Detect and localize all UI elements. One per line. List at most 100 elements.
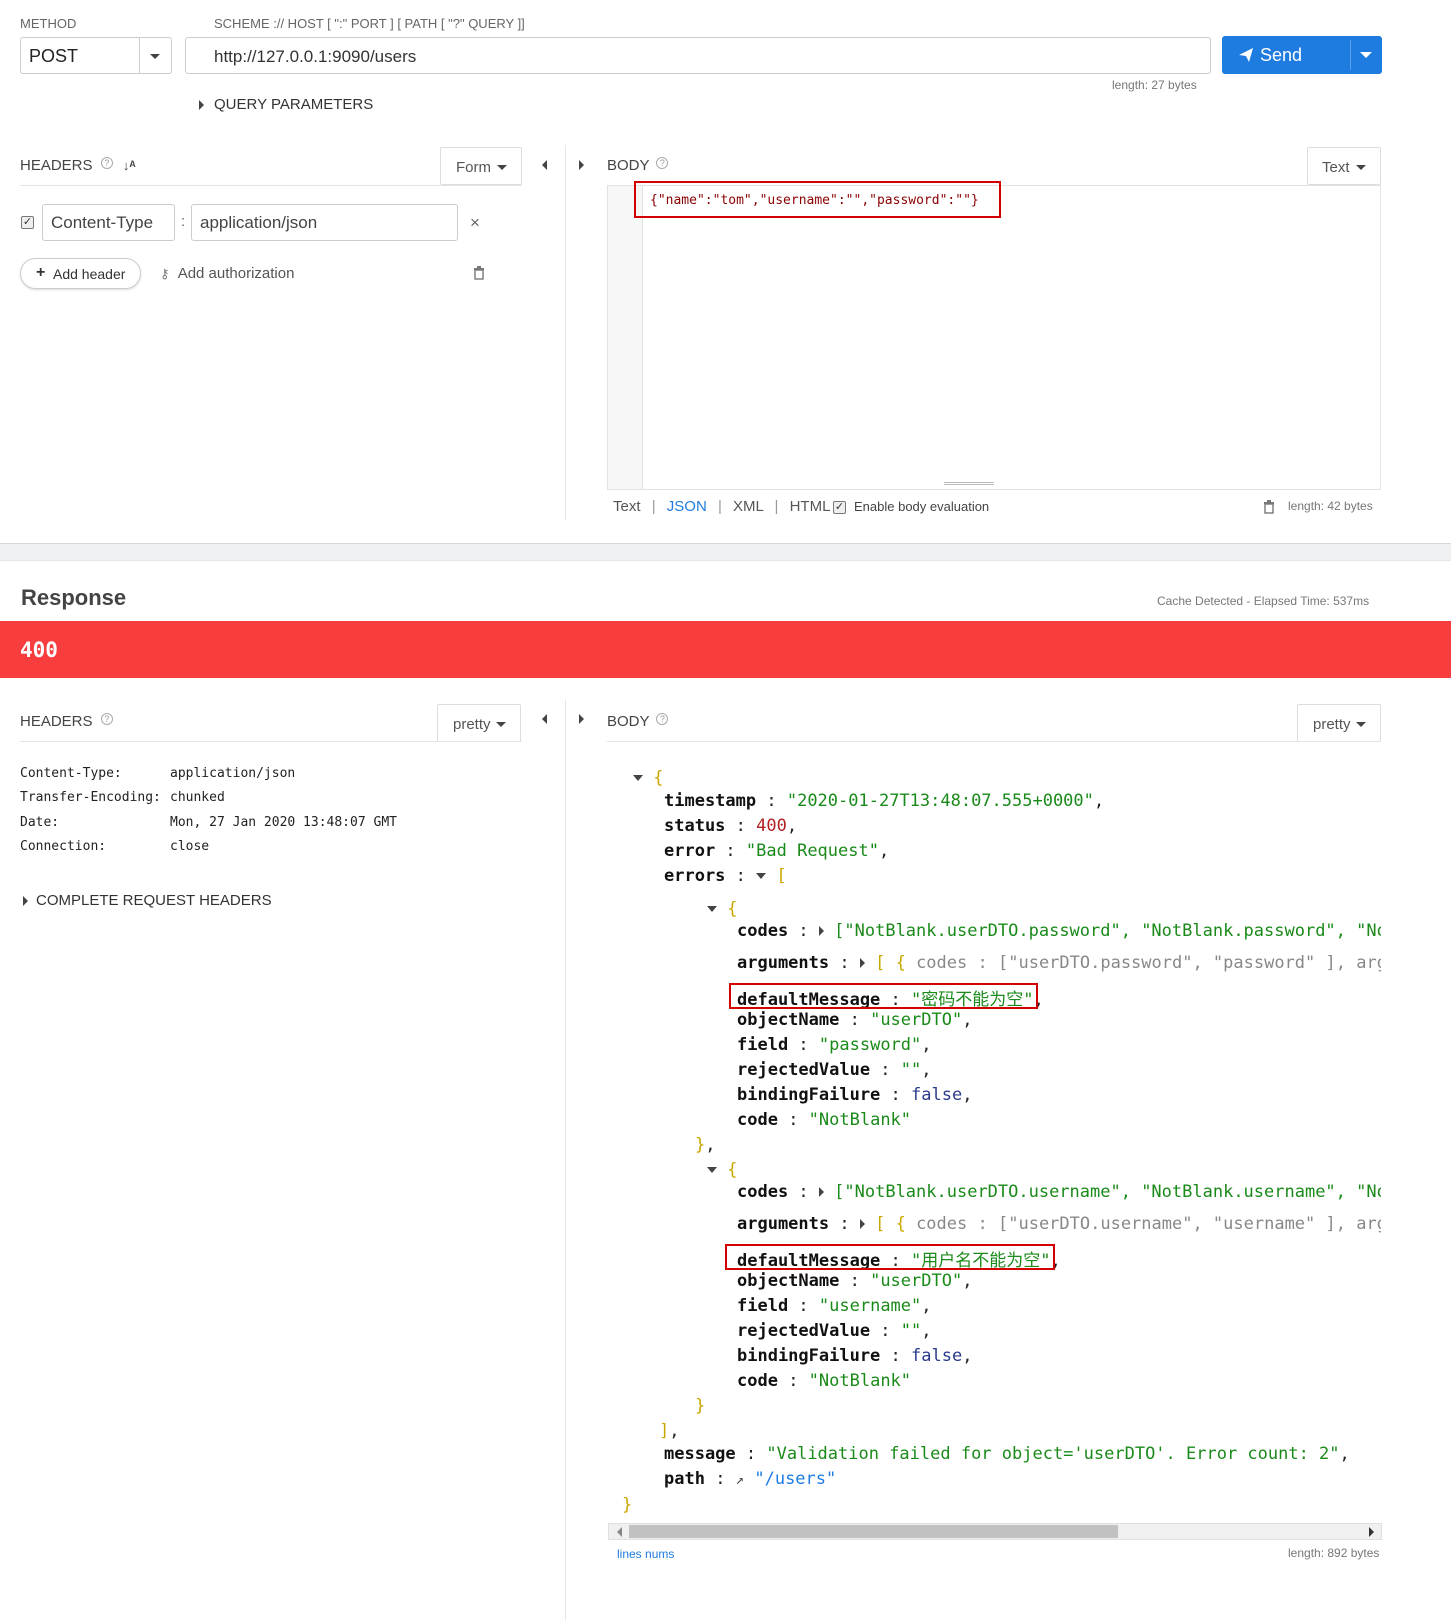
headers-mode-select[interactable]: Form [440,147,522,185]
external-link-icon[interactable]: ↗ [736,1472,744,1488]
header-value-input[interactable]: application/json [191,204,458,241]
send-label: Send [1260,45,1303,65]
body-evaluation-checkbox[interactable]: ✓ [833,501,846,514]
expand-icon[interactable] [818,926,824,936]
collapse-left-icon[interactable] [542,714,547,724]
json-line: objectName : "userDTO", [737,1010,973,1030]
collapse-right-icon[interactable] [579,160,584,170]
status-bar: 400 [0,621,1451,678]
highlight-box [725,1244,1055,1270]
response-headers-title: HEADERS ? [20,713,113,730]
path-link[interactable]: "/users" [754,1469,836,1489]
json-line: rejectedValue : "", [737,1060,932,1080]
format-json[interactable]: JSON [667,498,707,515]
horizontal-scrollbar[interactable] [608,1523,1382,1540]
add-authorization-link[interactable]: ⚷ Add authorization [160,265,294,282]
response-title: Response [21,585,127,610]
format-html[interactable]: HTML [790,498,831,515]
json-line: codes : ["NotBlank.userDTO.username", "N… [737,1182,1381,1202]
add-header-button[interactable]: + Add header [20,258,141,289]
body-mode-select[interactable]: Text [1307,147,1381,185]
editor-gutter [608,186,643,489]
chevron-down-icon [496,722,506,727]
help-icon[interactable]: ? [100,157,113,169]
collapse-icon [633,775,643,781]
lines-nums-toggle[interactable]: lines nums [617,1547,674,1561]
help-icon[interactable]: ? [656,157,669,169]
json-root-open[interactable]: { [633,768,664,788]
scrollbar-thumb[interactable] [629,1525,1118,1538]
json-line: objectName : "userDTO", [737,1271,973,1291]
remove-header-icon[interactable]: × [470,213,480,233]
send-icon [1239,48,1253,62]
header-row: Content-Type: application/json [20,766,296,781]
response-headers-mode-select[interactable]: pretty [437,704,521,742]
response-body-mode-select[interactable]: pretty [1297,704,1381,742]
send-button[interactable]: Send [1222,36,1382,74]
json-line: field : "username", [737,1296,932,1316]
expand-icon[interactable] [859,958,865,968]
collapse-icon [707,906,717,912]
body-editor[interactable] [607,185,1381,490]
json-line: errors : [ [664,866,787,886]
request-body-title: BODY ? [607,157,669,174]
format-xml[interactable]: XML [733,498,763,515]
add-header-label: Add header [53,266,126,282]
collapse-icon[interactable] [756,873,767,879]
expand-icon[interactable] [818,1187,824,1197]
header-separator: : [181,213,186,230]
json-line: error : "Bad Request", [664,841,890,861]
json-line: arguments : [ { codes : ["userDTO.userna… [737,1214,1381,1234]
trash-icon[interactable] [473,266,485,280]
method-label: METHOD [20,16,77,31]
mode-value: pretty [453,716,491,733]
send-options-icon[interactable] [1360,52,1372,58]
body-label: BODY [607,157,650,174]
response-body-length: length: 892 bytes [1288,1546,1380,1560]
scroll-right-icon[interactable] [1369,1527,1374,1537]
collapse-right-icon[interactable] [579,714,584,724]
resize-handle[interactable] [944,482,994,485]
url-length: length: 27 bytes [1112,78,1197,92]
request-headers-title: HEADERS ? ↓ᴬ [20,157,136,174]
header-name-value: Content-Type [51,213,154,232]
body-mode-value: Text [1322,159,1350,176]
body-length: length: 42 bytes [1288,499,1373,513]
url-value: http://127.0.0.1:9090/users [214,47,417,66]
json-root-close: } [622,1495,633,1515]
header-name-input[interactable]: Content-Type [42,204,175,241]
url-input[interactable]: http://127.0.0.1:9090/users [185,37,1211,74]
complete-request-headers-toggle[interactable]: COMPLETE REQUEST HEADERS [23,892,272,909]
expand-icon [199,100,204,111]
chevron-down-icon [1356,722,1366,727]
trash-icon[interactable] [1263,500,1275,514]
header-value-text: application/json [200,213,318,232]
json-object-close: }, [695,1135,716,1155]
response-headers-list: Content-Type: application/json Transfer-E… [20,762,397,859]
response-timing: Cache Detected - Elapsed Time: 537ms [1157,594,1370,608]
json-object-open[interactable]: { [707,1160,738,1180]
help-icon[interactable]: ? [656,713,669,725]
format-text[interactable]: Text [613,498,641,515]
sort-icon[interactable]: ↓ᴬ [123,158,136,173]
expand-icon [23,896,28,907]
body-text: {"name":"tom","username":"","password":"… [650,193,979,208]
expand-icon[interactable] [859,1219,865,1229]
header-row: Connection: close [20,838,210,854]
scroll-left-icon[interactable] [617,1527,622,1537]
query-parameters-toggle[interactable]: QUERY PARAMETERS [199,96,373,113]
collapse-left-icon[interactable] [542,160,547,170]
json-line: bindingFailure : false, [737,1346,973,1366]
header-enabled-checkbox[interactable]: ✓ [21,216,34,229]
method-select[interactable]: POST [20,37,172,74]
section-separator [0,543,1451,561]
json-line: rejectedValue : "", [737,1321,932,1341]
header-row: Date: Mon, 27 Jan 2020 13:48:07 GMT [20,814,397,830]
json-object-open[interactable]: { [707,899,738,919]
help-icon[interactable]: ? [100,713,113,725]
body-format-tabs: Text | JSON | XML | HTML [613,498,831,515]
headers-label: HEADERS [20,157,93,174]
chevron-down-icon [1356,165,1366,170]
mode-value: pretty [1313,716,1351,733]
body-label: BODY [607,713,650,730]
